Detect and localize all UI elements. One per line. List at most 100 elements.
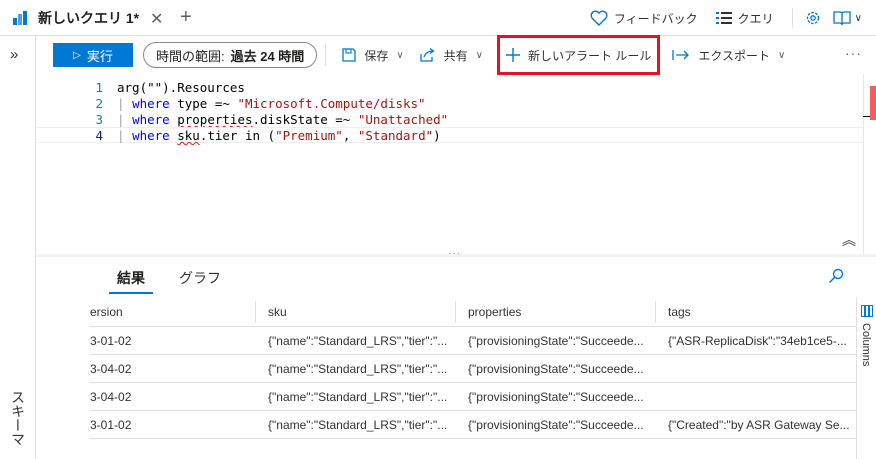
new-alert-rule-button[interactable]: 新しいアラート ルール [497,35,661,75]
table-cell: {"provisioningState":"Succeede... [468,389,644,404]
code-token: | [117,128,133,143]
query-tab[interactable]: 新しいクエリ 1* [0,0,170,36]
active-tab-indicator [109,292,153,294]
column-header-apiversion[interactable]: ersion [90,297,123,327]
grid-header: ersion sku properties tags [90,297,856,327]
divider [325,44,327,66]
feedback-label: フィードバック [613,11,698,26]
code-line[interactable]: 4 | where sku.tier in ("Premium", "Stand… [37,127,863,143]
table-cell: 3-01-02 [90,333,132,348]
code-token: , [342,128,358,143]
column-header-sku[interactable]: sku [268,297,287,327]
tab-bar: 新しいクエリ 1* ✕ + フィードバック クエリ ∨ [0,0,876,36]
chevron-down-icon: ∨ [396,49,404,61]
code-token: where [132,128,170,143]
gear-icon[interactable] [805,10,821,26]
code-text: | where type =~ "Microsoft.Compute/disks… [117,96,426,112]
book-icon[interactable] [833,10,851,26]
queries-button[interactable]: クエリ [715,10,774,27]
columns-panel[interactable]: Columns [856,297,876,459]
queries-label: クエリ [737,11,774,26]
code-token: | [117,96,133,111]
feedback-button[interactable]: フィードバック [590,10,698,27]
export-label: エクスポート [698,48,770,63]
code-token: .tier in ( [199,128,276,143]
save-icon [342,48,356,62]
tab-results[interactable]: 結果 [117,268,145,288]
table-row[interactable]: 3-01-02 {"name":"Standard_LRS","tier":".… [90,411,856,439]
schema-label[interactable]: スキーマ [8,390,28,446]
more-icon[interactable]: ··· [845,45,862,61]
share-button[interactable]: 共有 ∨ [412,37,491,73]
save-label: 保存 [364,48,389,63]
time-range-button[interactable]: 時間の範囲: 過去 24 時間 [143,42,318,68]
code-line[interactable]: 3 | where properties.diskState =~ "Unatt… [37,112,863,128]
code-token: type =~ [169,96,238,111]
columns-icon [861,305,873,317]
code-token: where [132,96,170,111]
code-line[interactable]: 1 arg("").Resources [37,80,863,96]
code-text: | where sku.tier in ("Premium", "Standar… [117,128,441,143]
table-cell: {"name":"Standard_LRS","tier":"... [268,389,448,404]
export-button[interactable]: エクスポート ∨ [664,37,793,73]
new-alert-rule-label: 新しいアラート ルール [528,48,652,63]
resource-graph-icon [12,9,30,27]
search-icon[interactable] [828,268,844,284]
overview-ruler [863,74,864,254]
code-token: "Standard" [357,128,434,143]
divider [791,8,793,28]
code-token: | [117,112,133,127]
query-editor[interactable]: 1 arg("").Resources 2 | where type =~ "M… [37,74,876,254]
tab-chart[interactable]: グラフ [179,268,221,288]
code-token: "Unattached" [357,112,449,127]
export-icon [672,50,690,60]
code-token: arg("").Resources [117,80,245,95]
add-tab-icon[interactable]: + [180,6,192,29]
share-label: 共有 [443,48,468,63]
plus-icon [506,48,520,62]
share-icon [420,48,435,62]
close-tab-icon[interactable]: ✕ [150,9,163,29]
column-header-properties[interactable]: properties [468,297,521,327]
columns-label: Columns [860,323,872,367]
table-row[interactable]: 3-01-02 {"name":"Standard_LRS","tier":".… [90,327,856,355]
save-button[interactable]: 保存 ∨ [334,37,411,73]
code-token: sku [177,128,200,143]
play-icon: ▷ [73,49,81,61]
column-divider[interactable] [455,301,456,323]
code-token: properties [177,112,253,127]
code-token: "Microsoft.Compute/disks" [237,96,426,111]
table-cell: {"name":"Standard_LRS","tier":"... [268,333,448,348]
chevron-down-icon: ∨ [777,49,786,61]
table-row[interactable]: 3-04-02 {"name":"Standard_LRS","tier":".… [90,383,856,411]
table-row[interactable]: 3-04-02 {"name":"Standard_LRS","tier":".… [90,355,856,383]
code-token: "Premium" [275,128,343,143]
code-line[interactable]: 2 | where type =~ "Microsoft.Compute/dis… [37,96,863,112]
code-text: | where properties.diskState =~ "Unattac… [117,112,448,128]
table-cell: {"Created":"by ASR Gateway Se... [668,417,850,432]
line-number: 2 [95,96,103,111]
query-toolbar: ▷ 実行 時間の範囲: 過去 24 時間 保存 ∨ 共有 ∨ 新しいアラート ル… [37,35,876,75]
table-cell: {"ASR-ReplicaDisk":"34eb1ce5-... [668,333,847,348]
code-token: ) [433,128,441,143]
column-divider[interactable] [255,301,256,323]
run-button[interactable]: ▷ 実行 [53,43,133,67]
table-cell: {"provisioningState":"Succeede... [468,417,644,432]
column-divider[interactable] [655,301,656,323]
collapse-up-icon[interactable]: ︽ [842,230,856,250]
results-tabs: 結果 グラフ [37,258,876,296]
chevron-down-icon[interactable]: ∨ [855,13,862,24]
error-marker [870,86,876,120]
table-cell: 3-04-02 [90,389,132,404]
table-cell: 3-01-02 [90,417,132,432]
line-number: 1 [95,80,103,95]
top-right-actions: フィードバック クエリ ∨ [590,0,876,36]
line-number: 4 [95,128,103,143]
list-icon [715,12,732,24]
column-header-tags[interactable]: tags [668,297,691,327]
expand-rail-icon[interactable]: » [10,46,18,63]
code-text: arg("").Resources [117,80,245,96]
table-cell: {"name":"Standard_LRS","tier":"... [268,361,448,376]
results-grid: ersion sku properties tags 3-01-02 {"nam… [90,297,856,459]
table-cell [668,383,854,410]
